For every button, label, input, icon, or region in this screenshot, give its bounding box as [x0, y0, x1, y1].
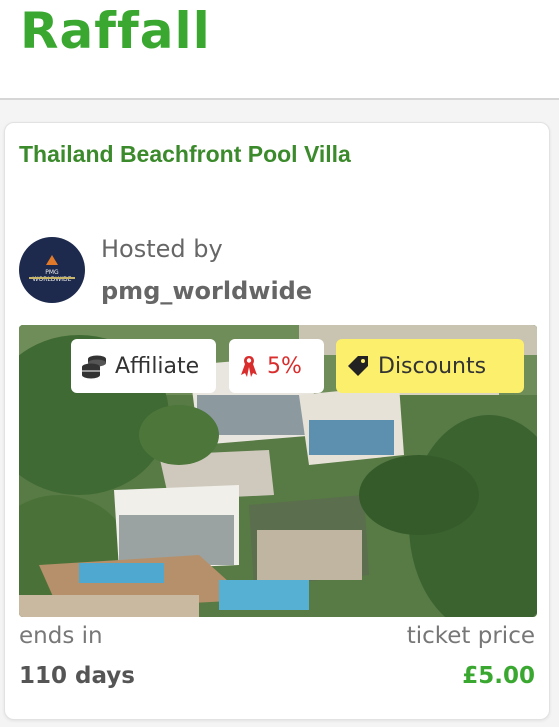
- host-avatar[interactable]: PMG WORLDWIDE: [19, 237, 85, 303]
- host-name[interactable]: pmg_worldwide: [101, 277, 312, 305]
- raffle-image[interactable]: Affiliate 5% Discounts: [19, 325, 537, 617]
- ends-in-label: ends in: [19, 623, 103, 649]
- ticket-price-value: £5.00: [462, 663, 535, 689]
- raffle-title[interactable]: Thailand Beachfront Pool Villa: [19, 141, 351, 168]
- hosted-by-label: Hosted by: [101, 235, 223, 263]
- affiliate-badge[interactable]: Affiliate: [71, 339, 216, 393]
- avatar-text: PMG WORLDWIDE: [32, 269, 72, 283]
- raffall-logo[interactable]: Raffall: [20, 2, 211, 60]
- site-header: Raffall: [0, 0, 559, 100]
- ticket-price-label: ticket price: [406, 623, 535, 649]
- raffle-card[interactable]: Thailand Beachfront Pool Villa PMG WORLD…: [4, 122, 550, 720]
- discounts-label: Discounts: [378, 353, 487, 379]
- coins-stack-icon: [82, 355, 106, 379]
- commission-value: 5%: [267, 353, 302, 379]
- ribbon-icon: [241, 356, 257, 377]
- avatar-logo-mark: [46, 255, 58, 265]
- ends-in-value: 110 days: [19, 663, 135, 689]
- avatar-underline: [29, 277, 75, 279]
- tag-icon: [348, 356, 368, 376]
- commission-badge[interactable]: 5%: [229, 339, 324, 393]
- discounts-badge[interactable]: Discounts: [336, 339, 524, 393]
- affiliate-label: Affiliate: [115, 353, 200, 379]
